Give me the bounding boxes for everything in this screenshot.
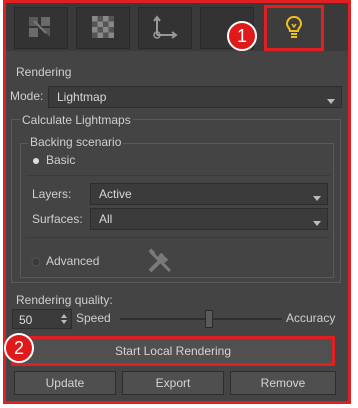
- mode-dropdown[interactable]: Lightmap: [48, 86, 342, 108]
- radio-selected-icon: [33, 158, 39, 164]
- advanced-label: Advanced: [46, 254, 100, 268]
- remove-button[interactable]: Remove: [230, 371, 336, 395]
- lightmap-panel-frame: 1 Rendering Mode: Lightmap Calculate Lig…: [3, 0, 351, 404]
- quality-stepper[interactable]: 50: [12, 309, 72, 329]
- start-local-rendering-button[interactable]: Start Local Rendering: [11, 336, 335, 366]
- annotation-badge-1: 1: [227, 21, 257, 51]
- checker-icon: [92, 15, 114, 41]
- radio-unselected-icon: [31, 257, 41, 267]
- backing-scenario-label: Backing scenario: [28, 135, 124, 149]
- annotation-badge-2: 2: [4, 333, 34, 363]
- chevron-down-icon: [311, 214, 323, 226]
- axis-icon: [151, 14, 179, 42]
- surfaces-value: All: [99, 212, 113, 226]
- rendering-quality-label: Rendering quality:: [16, 293, 113, 307]
- tab-axis[interactable]: [138, 7, 192, 49]
- surfaces-label: Surfaces:: [32, 212, 83, 226]
- wrench-screwdriver-icon[interactable]: [146, 247, 176, 278]
- tab-lightbulb[interactable]: [264, 5, 324, 51]
- advanced-radio[interactable]: [30, 256, 42, 271]
- basic-label: Basic: [46, 153, 76, 167]
- quality-value: 50: [19, 313, 33, 327]
- mode-label: Mode:: [10, 89, 44, 103]
- divider: [26, 237, 330, 238]
- layers-value: Active: [99, 187, 132, 201]
- accuracy-label: Accuracy: [286, 311, 336, 325]
- mode-value: Lightmap: [57, 90, 107, 104]
- quality-slider-thumb[interactable]: [205, 310, 214, 328]
- chevron-down-icon: [311, 189, 323, 201]
- stepper-arrows-icon[interactable]: [60, 312, 68, 329]
- export-button[interactable]: Export: [122, 371, 224, 395]
- layers-dropdown[interactable]: Active: [90, 183, 328, 205]
- layers-label: Layers:: [32, 187, 72, 201]
- rendering-section-label: Rendering: [16, 65, 72, 79]
- divider: [26, 175, 330, 176]
- lightbulb-icon: [284, 15, 304, 42]
- tab-pattern[interactable]: [14, 7, 68, 49]
- calculate-section-label: Calculate Lightmaps: [20, 113, 133, 127]
- tab-bar: [6, 3, 348, 51]
- surfaces-dropdown[interactable]: All: [90, 208, 328, 230]
- speed-label: Speed: [76, 311, 111, 325]
- quality-slider-track[interactable]: [120, 318, 282, 320]
- basic-radio[interactable]: [30, 155, 42, 170]
- tab-checker[interactable]: [76, 7, 130, 49]
- chevron-down-icon: [325, 92, 337, 104]
- update-button[interactable]: Update: [14, 371, 116, 395]
- pattern-icon: [28, 16, 54, 41]
